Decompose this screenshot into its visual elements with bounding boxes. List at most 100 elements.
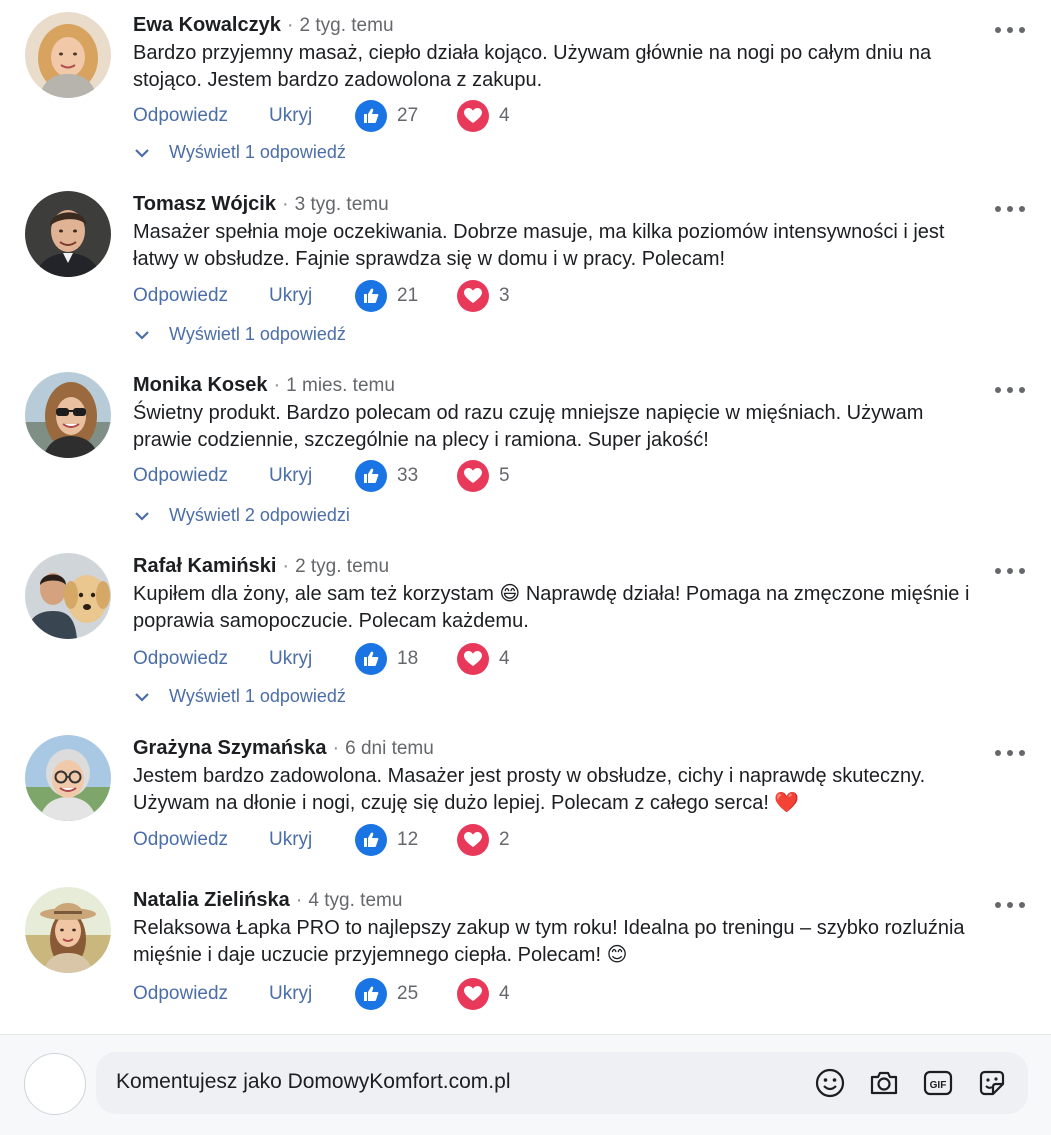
heart-icon xyxy=(457,280,489,312)
separator-dot: · xyxy=(282,555,290,577)
hide-button[interactable]: Ukryj xyxy=(269,829,355,851)
like-count: 21 xyxy=(397,285,419,306)
comment-actions: Odpowiedz Ukryj 33 5 xyxy=(133,459,510,493)
comment: Natalia Zielińska · 4 tyg. temu Relaksowa … xyxy=(0,887,1051,1017)
sticker-icon[interactable] xyxy=(976,1067,1008,1099)
camera-icon[interactable] xyxy=(868,1067,900,1099)
comment-actions: Odpowiedz Ukryj 12 2 xyxy=(133,823,510,857)
more-dots-icon[interactable] xyxy=(994,24,1026,36)
view-replies-label: Wyświetl 1 odpowiedź xyxy=(169,142,346,162)
comment-header: Natalia Zielińska · 4 tyg. temu xyxy=(133,887,402,914)
hide-button[interactable]: Ukryj xyxy=(269,465,355,487)
love-count: 4 xyxy=(499,983,510,1004)
comment-header: Monika Kosek · 1 mies. temu xyxy=(133,372,395,399)
comment-actions: Odpowiedz Ukryj 27 4 xyxy=(133,99,510,133)
like-reaction[interactable]: 12 xyxy=(355,824,457,856)
love-reaction[interactable]: 4 xyxy=(457,978,510,1010)
comment-actions: Odpowiedz Ukryj 25 4 xyxy=(133,977,510,1011)
avatar[interactable] xyxy=(25,553,111,639)
chevron-down-icon xyxy=(135,692,149,702)
timestamp[interactable]: 3 tyg. temu xyxy=(295,194,389,215)
view-replies-link[interactable]: Wyświetl 2 odpowiedzi xyxy=(133,505,350,526)
view-replies-label: Wyświetl 1 odpowiedź xyxy=(169,324,346,344)
thumbs-up-icon xyxy=(355,643,387,675)
avatar[interactable] xyxy=(25,191,111,277)
like-reaction[interactable]: 33 xyxy=(355,460,457,492)
comment-input-placeholder: Komentujesz jako DomowyKomfort.com.pl xyxy=(116,1070,511,1093)
like-count: 25 xyxy=(397,983,419,1004)
comment-text: Relaksowa Łapka PRO to najlepszy zakup w… xyxy=(133,917,965,966)
thumbs-up-icon xyxy=(355,460,387,492)
reply-button[interactable]: Odpowiedz xyxy=(133,648,269,670)
like-reaction[interactable]: 27 xyxy=(355,100,457,132)
comment-header: Ewa Kowalczyk · 2 tyg. temu xyxy=(133,12,394,39)
hide-button[interactable]: Ukryj xyxy=(269,105,355,127)
author-name[interactable]: Ewa Kowalczyk xyxy=(133,14,281,36)
comment-header: Tomasz Wójcik · 3 tyg. temu xyxy=(133,191,389,218)
reply-button[interactable]: Odpowiedz xyxy=(133,829,269,851)
emoji-icon[interactable] xyxy=(814,1067,846,1099)
view-replies-link[interactable]: Wyświetl 1 odpowiedź xyxy=(133,686,346,707)
love-reaction[interactable]: 3 xyxy=(457,280,510,312)
avatar[interactable] xyxy=(25,12,111,98)
like-reaction[interactable]: 25 xyxy=(355,978,457,1010)
author-name[interactable]: Grażyna Szymańska xyxy=(133,737,326,759)
reply-button[interactable]: Odpowiedz xyxy=(133,105,269,127)
love-reaction[interactable]: 4 xyxy=(457,643,510,675)
reply-button[interactable]: Odpowiedz xyxy=(133,465,269,487)
more-dots-icon[interactable] xyxy=(994,384,1026,396)
view-replies-link[interactable]: Wyświetl 1 odpowiedź xyxy=(133,142,346,163)
separator-dot: · xyxy=(295,889,303,911)
hide-button[interactable]: Ukryj xyxy=(269,648,355,670)
comment-input[interactable]: Komentujesz jako DomowyKomfort.com.pl GI… xyxy=(96,1052,1028,1114)
like-count: 18 xyxy=(397,648,419,669)
avatar[interactable] xyxy=(25,372,111,458)
more-dots-icon[interactable] xyxy=(994,747,1026,759)
separator-dot: · xyxy=(282,193,289,215)
more-dots-icon[interactable] xyxy=(994,565,1026,577)
chevron-down-icon xyxy=(135,148,149,158)
like-count: 27 xyxy=(397,105,419,126)
more-dots-icon[interactable] xyxy=(994,899,1026,911)
more-dots-icon[interactable] xyxy=(994,203,1026,215)
love-count: 3 xyxy=(499,285,510,306)
reply-button[interactable]: Odpowiedz xyxy=(133,285,269,307)
author-name[interactable]: Monika Kosek xyxy=(133,374,267,396)
like-reaction[interactable]: 21 xyxy=(355,280,457,312)
author-name[interactable]: Tomasz Wójcik xyxy=(133,193,276,215)
comment-actions: Odpowiedz Ukryj 21 3 xyxy=(133,279,510,313)
chevron-down-icon xyxy=(135,511,149,521)
love-reaction[interactable]: 5 xyxy=(457,460,510,492)
timestamp[interactable]: 1 mies. temu xyxy=(286,375,395,396)
comment-actions: Odpowiedz Ukryj 18 4 xyxy=(133,642,510,676)
timestamp[interactable]: 6 dni temu xyxy=(345,738,434,759)
comment: Tomasz Wójcik · 3 tyg. temu Masażer spełni… xyxy=(0,191,1051,361)
thumbs-up-icon xyxy=(355,824,387,856)
hide-button[interactable]: Ukryj xyxy=(269,983,355,1005)
heart-icon xyxy=(457,100,489,132)
gif-icon[interactable]: GIF xyxy=(922,1067,954,1099)
author-name[interactable]: Natalia Zielińska xyxy=(133,889,290,911)
heart-icon xyxy=(457,460,489,492)
heart-icon xyxy=(457,824,489,856)
timestamp[interactable]: 4 tyg. temu xyxy=(308,890,402,911)
like-count: 33 xyxy=(397,465,419,486)
timestamp[interactable]: 2 tyg. temu xyxy=(295,556,389,577)
comment-text: Masażer spełnia moje oczekiwania. Dobrze… xyxy=(133,221,945,270)
timestamp[interactable]: 2 tyg. temu xyxy=(300,15,394,36)
comment-composer: Komentujesz jako DomowyKomfort.com.pl GI… xyxy=(0,1034,1051,1135)
view-replies-link[interactable]: Wyświetl 1 odpowiedź xyxy=(133,324,346,345)
avatar[interactable] xyxy=(25,735,111,821)
love-reaction[interactable]: 4 xyxy=(457,100,510,132)
reply-button[interactable]: Odpowiedz xyxy=(133,983,269,1005)
like-reaction[interactable]: 18 xyxy=(355,643,457,675)
avatar[interactable] xyxy=(25,887,111,973)
thumbs-up-icon xyxy=(355,100,387,132)
author-name[interactable]: Rafał Kamiński xyxy=(133,555,276,577)
like-count: 12 xyxy=(397,829,419,850)
hide-button[interactable]: Ukryj xyxy=(269,285,355,307)
comment: Rafał Kamiński · 2 tyg. temu Kupiłem dla ż… xyxy=(0,553,1051,723)
love-count: 4 xyxy=(499,105,510,126)
view-replies-label: Wyświetl 1 odpowiedź xyxy=(169,686,346,706)
love-reaction[interactable]: 2 xyxy=(457,824,510,856)
